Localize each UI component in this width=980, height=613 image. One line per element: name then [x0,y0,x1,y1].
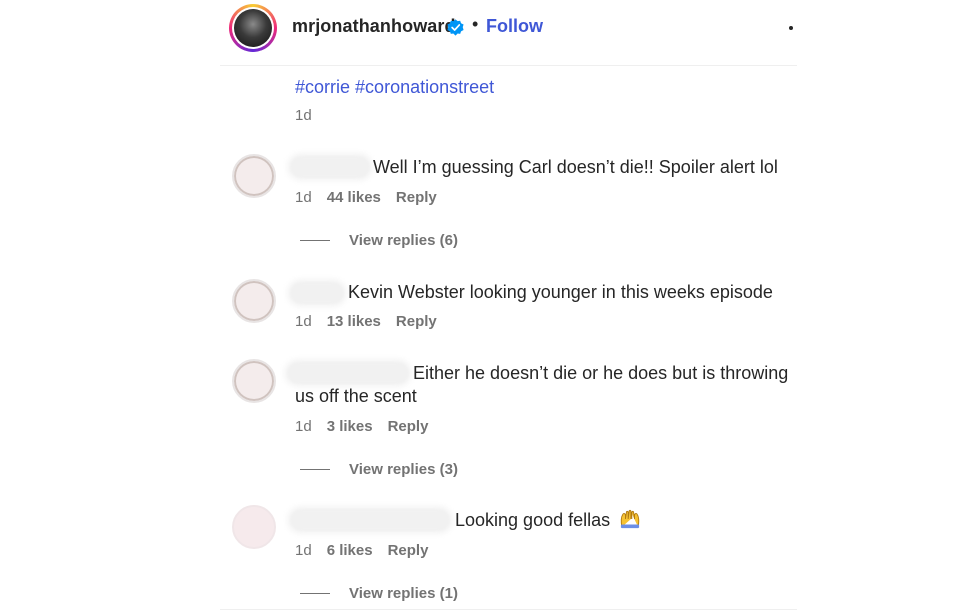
avatar-inner [232,7,274,49]
view-replies-button[interactable]: View replies (6) [300,232,458,249]
separator-dot: • [472,14,479,34]
reply-button[interactable]: Reply [388,542,429,559]
comment-time: 1d [295,313,312,330]
comment-meta: 1d 13 likes Reply [295,313,437,330]
replies-line [300,240,330,241]
divider [220,65,797,66]
comment-time: 1d [295,418,312,435]
comment-likes[interactable]: 3 likes [327,418,373,435]
reply-button[interactable]: Reply [396,189,437,206]
redacted-username [290,282,344,304]
hashtag-link[interactable]: #coronationstreet [355,77,494,97]
replies-line [300,469,330,470]
redacted-username [290,156,370,178]
replies-line [300,593,330,594]
comment-text: Looking good fellas [455,509,641,532]
comment-likes[interactable]: 13 likes [327,313,381,330]
post-header: mrjonathanhoward • Follow [229,4,797,52]
view-replies-label: View replies (1) [349,585,458,602]
comment-text: Either he doesn’t die or he does but is … [413,363,789,383]
comment-time: 1d [295,542,312,559]
commenter-avatar[interactable] [232,359,276,403]
commenter-avatar[interactable] [232,279,276,323]
commenter-avatar[interactable] [232,505,276,549]
redacted-username [287,362,409,384]
comment-likes[interactable]: 44 likes [327,189,381,206]
view-replies-label: View replies (6) [349,232,458,249]
more-options-icon[interactable] [789,26,793,30]
comment-meta: 1d 44 likes Reply [295,189,437,206]
caption-timestamp: 1d [295,107,312,124]
view-replies-button[interactable]: View replies (3) [300,461,458,478]
username-link[interactable]: mrjonathanhoward [292,16,456,37]
comment-text: Well I’m guessing Carl doesn’t die!! Spo… [373,157,778,177]
reply-button[interactable]: Reply [388,418,429,435]
profile-avatar[interactable] [229,4,277,52]
hashtag-link[interactable]: #corrie [295,77,350,97]
view-replies-label: View replies (3) [349,461,458,478]
commenter-avatar[interactable] [232,154,276,198]
redacted-username [290,509,450,531]
comment-body: Looking good fellas [455,510,611,530]
comment-text: Kevin Webster looking younger in this we… [348,282,773,302]
follow-button[interactable]: Follow [486,16,543,37]
comment-text-continued: us off the scent [295,386,417,406]
raising-hands-emoji-icon [620,509,640,529]
comment-time: 1d [295,189,312,206]
comment-meta: 1d 6 likes Reply [295,542,428,559]
divider [220,609,797,610]
verified-badge-icon [447,19,464,36]
caption-hashtags: #corrie #coronationstreet [295,77,494,98]
comment-likes[interactable]: 6 likes [327,542,373,559]
reply-button[interactable]: Reply [396,313,437,330]
avatar-image [234,9,272,47]
view-replies-button[interactable]: View replies (1) [300,585,458,602]
comment-meta: 1d 3 likes Reply [295,418,428,435]
